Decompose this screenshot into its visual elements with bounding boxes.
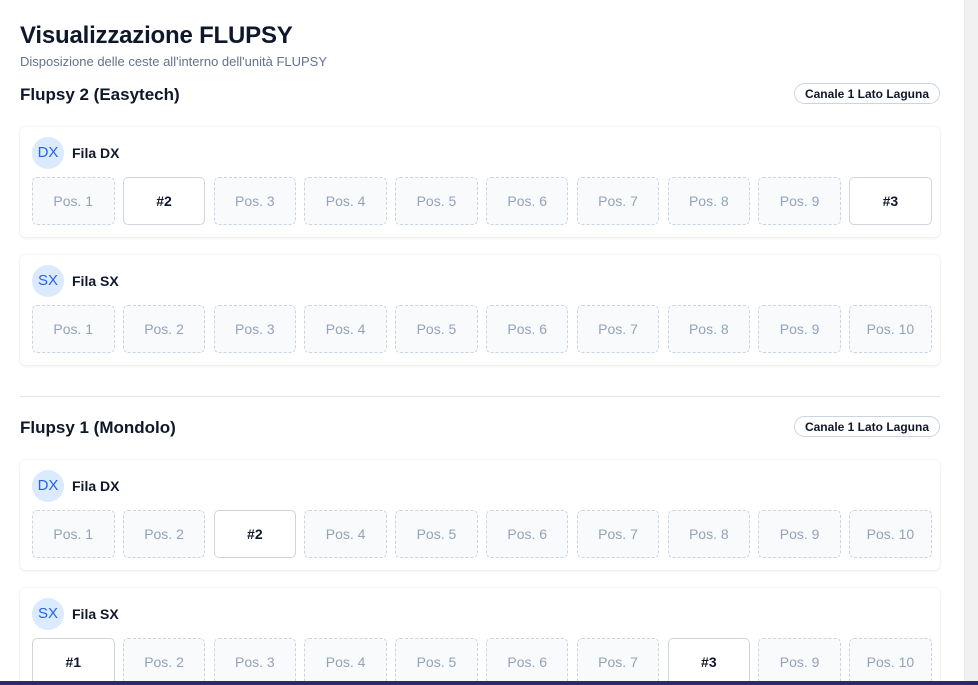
- page-subtitle: Disposizione delle ceste all'interno del…: [20, 54, 328, 69]
- basket-slot-empty[interactable]: Pos. 2: [122, 305, 206, 353]
- basket-slot-empty[interactable]: Pos. 6: [485, 510, 569, 558]
- basket-slot-empty[interactable]: Pos. 9: [758, 510, 841, 558]
- basket-slot-empty[interactable]: Pos. 9: [758, 638, 841, 681]
- flupsy-name: Flupsy 2 (Easytech): [20, 85, 180, 104]
- basket-slot-empty[interactable]: Pos. 2: [122, 638, 206, 681]
- slot-grid: Pos. 1 #2 Pos. 3 Pos. 4 Pos. 5 Pos. 6 Pos. 7 Po…: [32, 177, 932, 225]
- basket-slot-empty[interactable]: Pos. 5: [395, 638, 478, 681]
- row-label: Fila SX: [72, 273, 119, 289]
- basket-slot-empty[interactable]: Pos. 4: [304, 305, 387, 353]
- row-avatar: DX: [32, 470, 64, 502]
- basket-slot-empty[interactable]: Pos. 10: [849, 638, 932, 681]
- flupsy-visualization-page: Visualizzazione FLUPSY Disposizione dell…: [0, 0, 964, 681]
- basket-slot-empty[interactable]: Pos. 4: [304, 177, 387, 225]
- basket-slot-empty[interactable]: Pos. 6: [485, 638, 569, 681]
- row-avatar: SX: [32, 598, 64, 630]
- row-header: SX Fila SX: [32, 598, 119, 630]
- row-header: DX Fila DX: [32, 470, 119, 502]
- basket-slot-empty[interactable]: Pos. 5: [395, 510, 478, 558]
- basket-slot-empty[interactable]: Pos. 5: [395, 305, 478, 353]
- basket-slot-empty[interactable]: Pos. 8: [667, 177, 751, 225]
- basket-slot-empty[interactable]: Pos. 8: [667, 510, 751, 558]
- row-header: SX Fila SX: [32, 265, 119, 297]
- bottom-edge-bar: [0, 681, 978, 685]
- page-header: Visualizzazione FLUPSY Disposizione dell…: [20, 22, 327, 70]
- basket-slot-empty[interactable]: Pos. 4: [304, 510, 387, 558]
- basket-row-dx: DX Fila DX Pos. 1 #2 Pos. 3 Pos. 4 Pos. 5 Pos…: [20, 127, 940, 237]
- channel-badge: Canale 1 Lato Laguna: [793, 416, 940, 437]
- section-divider: [20, 396, 940, 397]
- basket-slot-empty[interactable]: Pos. 7: [576, 638, 660, 681]
- row-label: Fila DX: [72, 145, 120, 161]
- basket-slot-filled[interactable]: #2: [122, 177, 206, 225]
- vertical-scrollbar[interactable]: [964, 0, 978, 681]
- row-label: Fila SX: [72, 606, 119, 622]
- row-avatar: DX: [32, 137, 64, 169]
- basket-slot-filled[interactable]: #3: [849, 177, 932, 225]
- basket-slot-empty[interactable]: Pos. 1: [32, 177, 115, 225]
- flupsy-section: Flupsy 1 (Mondolo) Canale 1 Lato Laguna …: [20, 416, 940, 681]
- flupsy-header: Flupsy 1 (Mondolo) Canale 1 Lato Laguna: [20, 416, 940, 440]
- basket-row-sx: SX Fila SX #1 Pos. 2 Pos. 3 Pos. 4 Pos. 5 Pos…: [20, 588, 940, 681]
- flupsy-header: Flupsy 2 (Easytech) Canale 1 Lato Laguna: [20, 83, 940, 107]
- basket-row-sx: SX Fila SX Pos. 1 Pos. 2 Pos. 3 Pos. 4 Pos. …: [20, 255, 940, 365]
- basket-slot-empty[interactable]: Pos. 4: [304, 638, 387, 681]
- basket-row-dx: DX Fila DX Pos. 1 Pos. 2 #2 Pos. 4 Pos. 5 Pos…: [20, 460, 940, 570]
- basket-slot-filled[interactable]: #2: [213, 510, 297, 558]
- basket-slot-empty[interactable]: Pos. 2: [122, 510, 206, 558]
- basket-slot-filled[interactable]: #1: [32, 638, 115, 681]
- slot-grid: #1 Pos. 2 Pos. 3 Pos. 4 Pos. 5 Pos. 6 Pos. 7 #3…: [32, 638, 932, 681]
- slot-grid: Pos. 1 Pos. 2 #2 Pos. 4 Pos. 5 Pos. 6 Pos. 7 Po…: [32, 510, 932, 558]
- basket-slot-empty[interactable]: Pos. 9: [758, 177, 841, 225]
- row-label: Fila DX: [72, 478, 120, 494]
- basket-slot-empty[interactable]: Pos. 3: [213, 638, 297, 681]
- basket-slot-empty[interactable]: Pos. 10: [849, 305, 932, 353]
- basket-slot-empty[interactable]: Pos. 7: [576, 510, 660, 558]
- basket-slot-empty[interactable]: Pos. 8: [667, 305, 751, 353]
- row-header: DX Fila DX: [32, 137, 119, 169]
- row-avatar: SX: [32, 265, 64, 297]
- basket-slot-empty[interactable]: Pos. 10: [849, 510, 932, 558]
- basket-slot-empty[interactable]: Pos. 3: [213, 305, 297, 353]
- basket-slot-empty[interactable]: Pos. 6: [485, 305, 569, 353]
- basket-slot-empty[interactable]: Pos. 3: [213, 177, 297, 225]
- page-title: Visualizzazione FLUPSY: [20, 22, 293, 49]
- basket-slot-empty[interactable]: Pos. 7: [576, 305, 660, 353]
- flupsy-section: Flupsy 2 (Easytech) Canale 1 Lato Laguna…: [20, 83, 940, 365]
- basket-slot-empty[interactable]: Pos. 1: [32, 510, 115, 558]
- basket-slot-empty[interactable]: Pos. 9: [758, 305, 841, 353]
- basket-slot-empty[interactable]: Pos. 1: [32, 305, 115, 353]
- flupsy-name: Flupsy 1 (Mondolo): [20, 418, 176, 437]
- basket-slot-filled[interactable]: #3: [667, 638, 751, 681]
- basket-slot-empty[interactable]: Pos. 5: [395, 177, 478, 225]
- basket-slot-empty[interactable]: Pos. 6: [485, 177, 569, 225]
- slot-grid: Pos. 1 Pos. 2 Pos. 3 Pos. 4 Pos. 5 Pos. 6 Pos.…: [32, 305, 932, 353]
- basket-slot-empty[interactable]: Pos. 7: [576, 177, 660, 225]
- channel-badge: Canale 1 Lato Laguna: [793, 83, 940, 104]
